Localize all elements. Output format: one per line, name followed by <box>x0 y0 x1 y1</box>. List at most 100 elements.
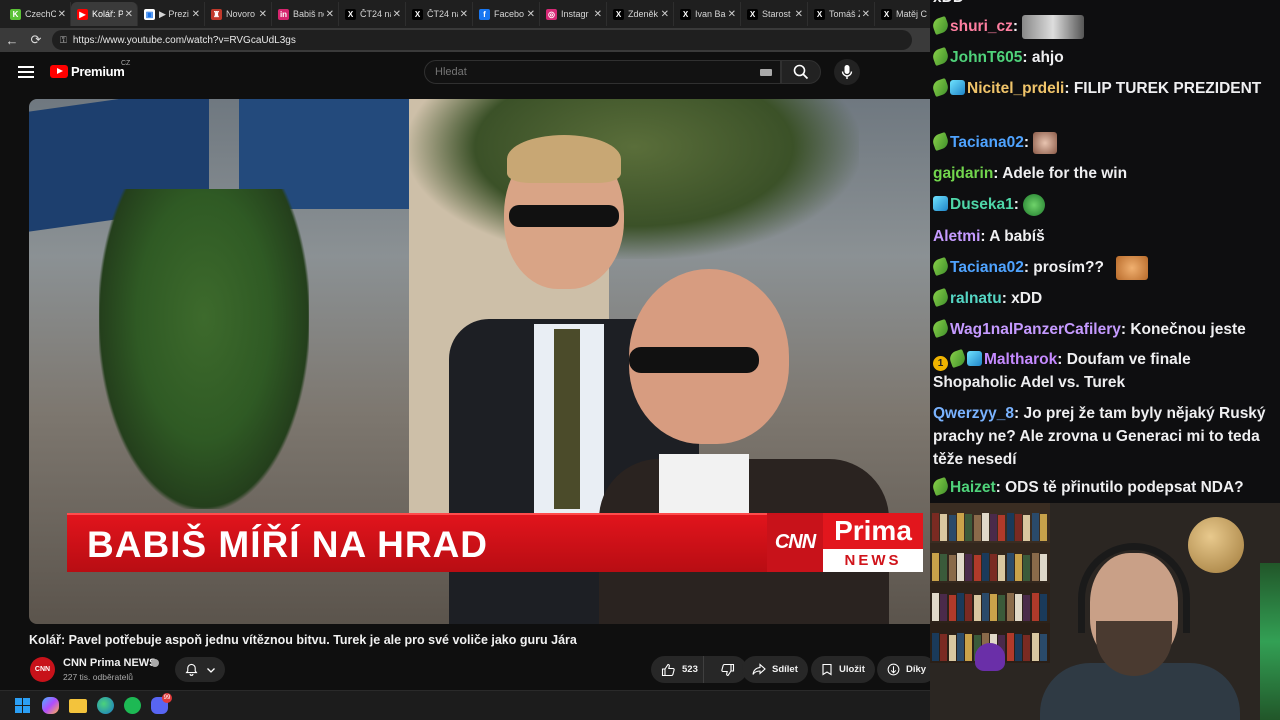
book <box>965 594 973 621</box>
tab-close-icon[interactable]: ✕ <box>393 9 401 20</box>
search-button[interactable] <box>781 60 821 84</box>
browser-tab[interactable]: ▣ ▶ Prezi ✕ <box>138 2 205 26</box>
tab-close-icon[interactable]: ✕ <box>862 9 870 20</box>
back-button[interactable]: ← <box>0 28 24 52</box>
photo-emote-icon[interactable] <box>1022 15 1085 39</box>
chat-username[interactable]: JohnT605 <box>950 49 1022 66</box>
tab-close-icon[interactable]: ✕ <box>326 9 334 20</box>
cube-badge-icon[interactable] <box>967 351 982 366</box>
browser-tab[interactable]: ▶ Kolář: P ✕ <box>71 2 138 26</box>
voice-search-button[interactable] <box>834 59 860 85</box>
chat-text: xDD <box>1011 290 1043 307</box>
tab-close-icon[interactable]: ✕ <box>259 9 267 20</box>
file-explorer-icon[interactable] <box>69 698 87 713</box>
channel-avatar[interactable]: CNN <box>30 657 55 682</box>
chat-username[interactable]: Wag1nalPanzerCafilery <box>950 321 1121 338</box>
thanks-button[interactable]: Díky <box>877 656 930 683</box>
like-button[interactable]: 523 <box>651 656 704 683</box>
hamburger-menu-icon[interactable] <box>18 66 34 78</box>
tab-close-icon[interactable]: ✕ <box>58 9 66 20</box>
browser-tab[interactable]: X ČT24 na✕ <box>406 2 473 26</box>
site-info-icon[interactable]: ⚿ <box>60 35 67 46</box>
chat-separator: : <box>980 228 990 245</box>
browser-tab[interactable]: X Starost ✕ <box>741 2 808 26</box>
green-light <box>1260 563 1280 720</box>
url-field[interactable]: ⚿ https://www.youtube.com/watch?v=RVGcaU… <box>52 30 912 50</box>
tab-close-icon[interactable]: ✕ <box>527 9 535 20</box>
book <box>1023 555 1031 581</box>
sub-badge-icon[interactable] <box>947 348 968 369</box>
book <box>1015 554 1022 581</box>
sub-badge-icon[interactable] <box>930 131 951 152</box>
edge-icon[interactable] <box>97 697 114 714</box>
browser-tab[interactable]: X ČT24 na✕ <box>339 2 406 26</box>
keyboard-icon[interactable] <box>760 69 772 76</box>
copilot-icon[interactable] <box>42 697 59 714</box>
chat-username[interactable]: Duseka1 <box>950 196 1014 213</box>
chat-username[interactable]: Aletmi <box>933 228 980 245</box>
browser-tab[interactable]: f Facebo ✕ <box>473 2 540 26</box>
chat-username[interactable]: Qwerzyy_8 <box>933 405 1014 422</box>
browser-tab[interactable]: X Tomáš Z✕ <box>808 2 875 26</box>
youtube-logo[interactable]: Premium CZ <box>50 60 130 79</box>
chat-message: Duseka1: <box>933 193 1275 216</box>
share-button[interactable]: Sdílet <box>742 656 808 683</box>
cat-emote-icon[interactable] <box>1116 256 1149 280</box>
prima-logo-text: Prima <box>823 513 923 549</box>
tab-close-icon[interactable]: ✕ <box>192 9 200 20</box>
tab-favicon-icon: in <box>278 8 289 20</box>
chat-username[interactable]: shuri_cz <box>950 18 1013 35</box>
chat-separator: : <box>1013 196 1024 213</box>
frog-emote-icon[interactable] <box>1023 193 1046 216</box>
chat-username[interactable]: Maltharok <box>984 351 1057 368</box>
sub-badge-icon[interactable] <box>930 256 951 277</box>
browser-tab[interactable]: ◎ Instagr ✕ <box>540 2 607 26</box>
book <box>990 554 998 581</box>
chat-message: gajdarin: Adele for the win <box>933 162 1275 185</box>
browser-tab[interactable]: X Zdeněk ✕ <box>607 2 674 26</box>
book <box>940 554 948 581</box>
chat-username[interactable]: ralnatu <box>950 290 1002 307</box>
chat-username[interactable]: Taciana02 <box>950 134 1024 151</box>
sub-badge-icon[interactable] <box>930 476 951 497</box>
tab-close-icon[interactable]: ✕ <box>661 9 669 20</box>
chat-username[interactable]: Haizet <box>950 479 996 496</box>
notification-button[interactable] <box>175 657 225 682</box>
channel-name[interactable]: CNN Prima NEWS <box>63 657 157 669</box>
browser-tab[interactable]: X Ivan Ba ✕ <box>674 2 741 26</box>
book <box>932 513 939 541</box>
gift-badge-icon[interactable]: 1 <box>933 356 948 371</box>
tab-close-icon[interactable]: ✕ <box>728 9 736 20</box>
cube-badge-icon[interactable] <box>950 80 965 95</box>
start-button[interactable] <box>12 696 32 716</box>
browser-tab[interactable]: XMatěj C✕ <box>875 2 930 26</box>
face-emote-icon[interactable] <box>1033 131 1058 154</box>
chat-username[interactable]: gajdarin <box>933 165 993 182</box>
save-button[interactable]: Uložit <box>811 656 875 683</box>
browser-tab[interactable]: in Babiš ne✕ <box>272 2 339 26</box>
discord-icon[interactable]: 99 <box>151 693 172 714</box>
book <box>1006 553 1014 581</box>
tab-close-icon[interactable]: ✕ <box>795 9 803 20</box>
chat-username[interactable]: Taciana02 <box>950 259 1024 276</box>
browser-tab[interactable]: K CzechC ✕ <box>4 2 71 26</box>
sub-badge-icon[interactable] <box>930 46 951 67</box>
chat-username[interactable]: Nicitel_prdeli <box>967 80 1064 97</box>
sub-badge-icon[interactable] <box>930 318 951 339</box>
book <box>1015 594 1022 621</box>
tab-close-icon[interactable]: ✕ <box>125 9 133 20</box>
tab-close-icon[interactable]: ✕ <box>594 9 602 20</box>
sub-badge-icon[interactable] <box>930 287 951 308</box>
reload-button[interactable]: ⟳ <box>24 28 48 52</box>
tab-favicon-icon: X <box>613 8 624 20</box>
sub-badge-icon[interactable] <box>930 15 951 36</box>
search-input[interactable] <box>435 66 745 78</box>
search-box[interactable] <box>424 60 781 84</box>
tab-close-icon[interactable]: ✕ <box>460 9 468 20</box>
book <box>981 513 989 541</box>
sub-badge-icon[interactable] <box>930 77 951 98</box>
spotify-icon[interactable] <box>124 697 141 714</box>
share-icon <box>752 663 766 675</box>
cube-badge-icon[interactable] <box>933 196 948 211</box>
browser-tab[interactable]: ♜ Novoro ✕ <box>205 2 272 26</box>
